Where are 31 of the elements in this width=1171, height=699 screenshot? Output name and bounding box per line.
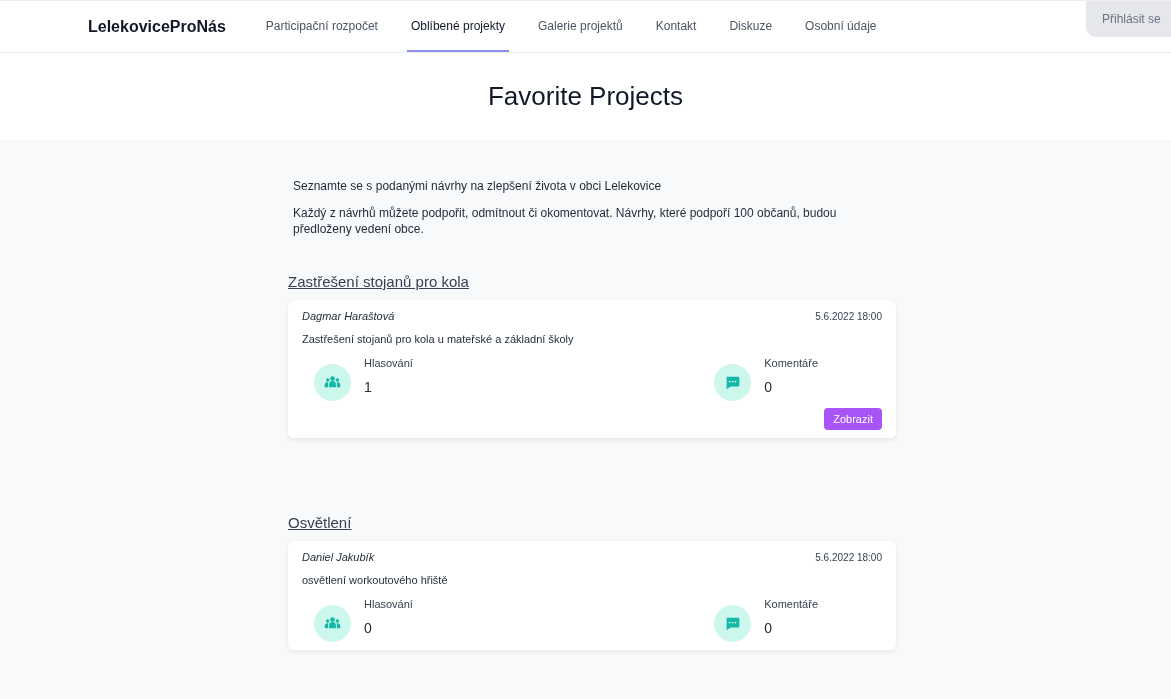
votes-label: Hlasování: [364, 357, 413, 369]
nav-link[interactable]: Osobní údaje: [801, 1, 881, 52]
comments-label: Komentáře: [764, 598, 818, 610]
comments-count: 0: [764, 379, 773, 395]
site-logo[interactable]: LelekoviceProNás: [88, 17, 226, 36]
chat-icon: [714, 605, 752, 642]
chat-icon: [714, 364, 752, 401]
project-description: osvětlení workoutového hřiště: [302, 574, 449, 586]
author-name: Dagmar Haraštová: [302, 310, 395, 322]
page-title: Favorite Projects: [487, 81, 684, 112]
comments-count: 0: [764, 620, 773, 636]
votes-count: 1: [364, 379, 373, 395]
date-text: 5.6.2022 18:00: [815, 551, 882, 563]
votes-count: 0: [364, 620, 373, 636]
project-title[interactable]: Zastřešení stojanů pro kola: [288, 273, 469, 290]
people-icon: [314, 364, 351, 401]
login-button[interactable]: Přihlásit se: [1086, 1, 1171, 37]
intro-text: Seznamte se s podanými návrhy na zlepšení života v obci Lelekovice: [292, 178, 663, 194]
comments-label: Komentáře: [764, 357, 818, 369]
nav-link[interactable]: Participační rozpočet: [261, 1, 382, 52]
project-title[interactable]: Osvětlení: [288, 514, 352, 531]
nav-link[interactable]: Galerie projektů: [534, 1, 627, 52]
date-text: 5.6.2022 18:00: [815, 310, 882, 322]
show-button[interactable]: Zobrazit: [824, 408, 882, 430]
votes-label: Hlasování: [364, 598, 413, 610]
people-icon: [314, 605, 351, 642]
project-description: Zastřešení stojanů pro kola u mateřské a základní školy: [302, 333, 575, 345]
author-name: Daniel Jakubík: [302, 551, 375, 563]
nav-link[interactable]: Kontakt: [651, 1, 701, 52]
nav-link[interactable]: Diskuze: [725, 1, 777, 52]
intro-text: Každý z návrhů můžete podpořit, odmítnout či okomentovat. Návrhy, které podpoří 100 občanů, budou předloženy vedení obce.: [292, 205, 838, 237]
